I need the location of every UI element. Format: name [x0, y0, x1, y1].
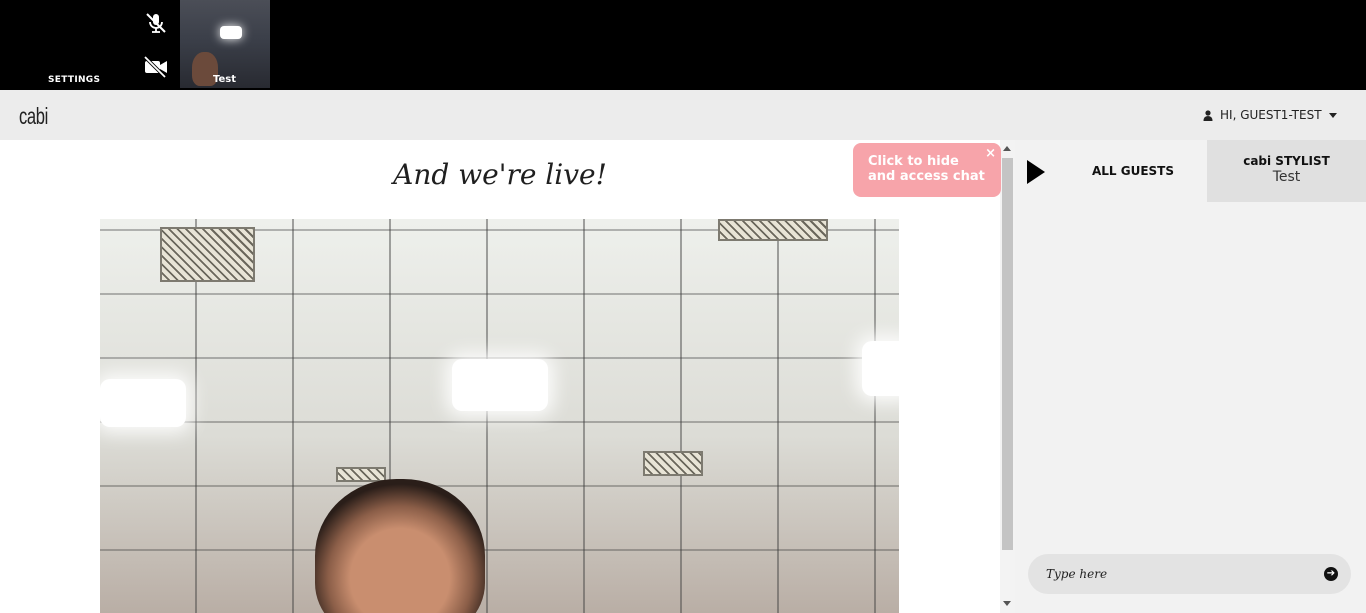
- scroll-down-arrow-icon[interactable]: [1003, 601, 1011, 606]
- chat-message-input[interactable]: [1046, 564, 1316, 584]
- ceiling-light: [452, 359, 548, 411]
- ceiling-vent: [718, 219, 828, 241]
- settings-button[interactable]: SETTINGS: [48, 75, 100, 85]
- ceiling-light: [220, 26, 242, 39]
- tab-stylist-title: cabi STYLIST: [1243, 154, 1330, 168]
- site-header: [0, 90, 1366, 140]
- ceiling-vent: [160, 227, 255, 282]
- camera-off-icon[interactable]: [143, 55, 169, 79]
- chat-panel: [1015, 140, 1366, 613]
- main-content: And we're live!: [0, 140, 1000, 613]
- scroll-up-arrow-icon[interactable]: [1003, 146, 1011, 151]
- ceiling-light: [862, 341, 899, 396]
- play-icon[interactable]: [1027, 160, 1045, 184]
- send-arrow-icon[interactable]: ➔: [1324, 567, 1338, 581]
- tab-stylist-name: Test: [1272, 169, 1301, 185]
- tooltip-line-1: Click to hide: [868, 154, 959, 169]
- tab-all-guests[interactable]: ALL GUESTS: [1058, 140, 1208, 202]
- cabi-logo[interactable]: cabi: [19, 103, 48, 130]
- hide-video-tooltip[interactable]: Click to hide and access chat ×: [853, 143, 1001, 197]
- user-menu[interactable]: HI, GUEST1-TEST: [1203, 107, 1337, 123]
- self-view-label: Test: [213, 74, 237, 85]
- tooltip-line-2: and access chat: [868, 169, 985, 184]
- scrollbar-thumb[interactable]: [1002, 158, 1013, 550]
- tab-cabi-stylist[interactable]: cabi STYLIST Test: [1207, 140, 1366, 202]
- participant-head: [315, 479, 485, 613]
- close-icon[interactable]: ×: [985, 147, 996, 160]
- mic-off-icon[interactable]: [143, 11, 169, 35]
- user-greeting: HI, GUEST1-TEST: [1220, 108, 1322, 122]
- page-title: And we're live!: [393, 158, 607, 191]
- user-icon: [1203, 109, 1213, 121]
- chat-input-box: ➔: [1028, 554, 1351, 594]
- live-video-stream: [100, 219, 899, 613]
- ceiling-vent: [643, 451, 703, 476]
- chevron-down-icon: [1328, 112, 1337, 118]
- ceiling-light: [100, 379, 186, 427]
